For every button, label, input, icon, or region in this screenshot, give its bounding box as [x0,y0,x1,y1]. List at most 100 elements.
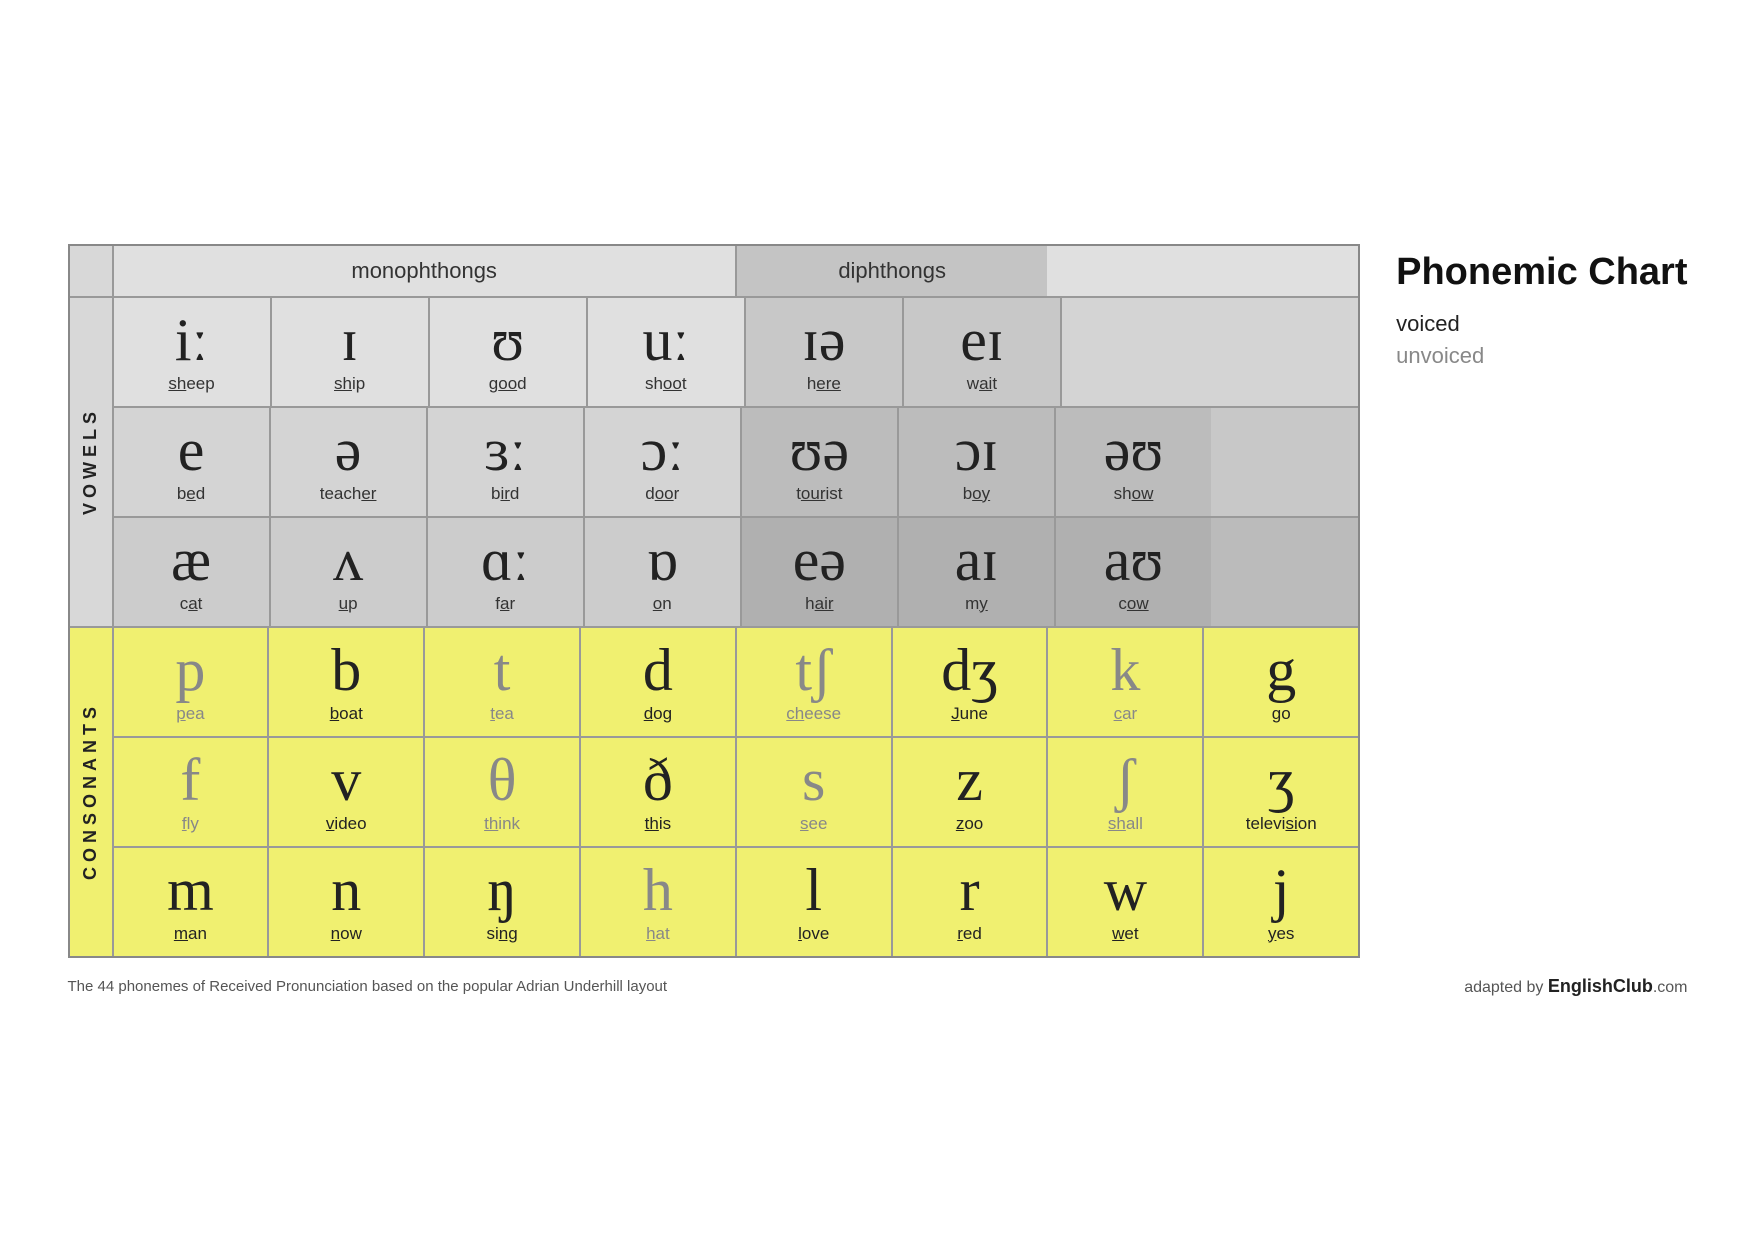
phone-symbol: əʊ [1104,420,1164,480]
con-word: boat [330,704,363,724]
phone-symbol: eɪ [960,310,1003,370]
consonants-label: CONSONANTS [70,628,114,956]
footnote-right: adapted by EnglishClub.com [1464,976,1687,997]
con-symbol: p [175,640,205,700]
diph-cell: ʊə tourist [742,408,899,516]
diph-cell: ɔɪ boy [899,408,1056,516]
con-word: fly [182,814,199,834]
con-word: television [1246,814,1317,834]
phone-word: up [339,594,358,614]
phone-symbol: ɜː [484,420,526,480]
top-area: monophthongs diphthongs VOWELS iː sheep [68,244,1688,958]
vowels-label: VOWELS [70,298,114,626]
phone-word: here [807,374,841,394]
phone-word: hair [805,594,833,614]
phone-cell: ɜː bird [428,408,585,516]
con-symbol: m [167,860,214,920]
con-symbol: t [494,640,511,700]
phone-cell: ə teacher [271,408,428,516]
con-cell: t tea [425,628,581,736]
consonant-row-3: m man n now ŋ sing h hat [114,848,1359,956]
phone-symbol: aʊ [1104,530,1164,590]
phone-word: far [495,594,515,614]
footnote-brand: EnglishClub [1548,976,1653,996]
con-word: now [331,924,362,944]
con-word: video [326,814,367,834]
phone-symbol: iː [175,310,208,370]
phone-word: tourist [796,484,842,504]
con-cell: s see [737,738,893,846]
chart-title: Phonemic Chart [1396,252,1687,294]
con-cell: d dog [581,628,737,736]
header-diphthongs: diphthongs [737,246,1048,296]
diph-cell: aɪ my [899,518,1056,626]
phone-cell: ʊ good [430,298,588,406]
phone-word: shoot [645,374,687,394]
phone-word: show [1114,484,1154,504]
con-symbol: ð [643,750,673,810]
vowel-row3-spacer [1211,518,1358,626]
con-symbol: f [180,750,200,810]
footnote-suffix: .com [1653,979,1688,996]
con-symbol: tʃ [795,640,832,700]
phone-symbol: eə [793,530,846,590]
phone-symbol: ʌ [333,530,363,590]
phone-cell: iː sheep [114,298,272,406]
con-symbol: b [331,640,361,700]
con-cell: ʃ shall [1048,738,1204,846]
page-wrapper: monophthongs diphthongs VOWELS iː sheep [68,244,1688,997]
con-word: cheese [786,704,841,724]
con-symbol: w [1104,860,1147,920]
phone-cell: e bed [114,408,271,516]
phone-symbol: æ [171,530,211,590]
legend-voiced: voiced [1396,311,1460,337]
header-monophthongs: monophthongs [114,246,737,296]
consonants-label-text: CONSONANTS [80,702,101,880]
phone-symbol: ʊ [491,310,524,370]
con-cell: g go [1204,628,1358,736]
legend-unvoiced: unvoiced [1396,343,1484,369]
vowel-row-1: iː sheep ɪ ship ʊ good uː [114,298,1359,408]
phone-word: good [489,374,527,394]
con-symbol: ʃ [1115,750,1135,810]
phone-cell: uː shoot [588,298,746,406]
con-word: sing [486,924,517,944]
diph-cell: ɪə here [746,298,904,406]
con-cell: n now [269,848,425,956]
con-symbol: k [1110,640,1140,700]
con-word: June [951,704,988,724]
phone-cell: ɪ ship [272,298,430,406]
phone-symbol: aɪ [955,530,998,590]
phone-cell: ɒ on [585,518,742,626]
con-cell: b boat [269,628,425,736]
diph-cell: əʊ show [1056,408,1211,516]
con-word: yes [1268,924,1294,944]
phone-word: cat [180,594,203,614]
con-word: love [798,924,829,944]
con-symbol: n [331,860,361,920]
phone-word: cow [1118,594,1148,614]
con-cell: r red [893,848,1049,956]
con-cell: f fly [114,738,270,846]
footnote-prefix: adapted by [1464,979,1548,996]
header-row: monophthongs diphthongs [70,246,1359,298]
header-corner-label [70,246,114,296]
con-cell: ʒ television [1204,738,1358,846]
con-word: wet [1112,924,1138,944]
phone-symbol: uː [642,310,689,370]
con-cell: ð this [581,738,737,846]
con-cell: j yes [1204,848,1358,956]
phone-word: on [653,594,672,614]
con-symbol: j [1273,860,1290,920]
vowels-section: VOWELS iː sheep ɪ ship [70,298,1359,626]
phonemic-chart: monophthongs diphthongs VOWELS iː sheep [68,244,1361,958]
con-cell: θ think [425,738,581,846]
con-symbol: h [643,860,673,920]
con-symbol: l [805,860,822,920]
con-symbol: z [956,750,983,810]
phone-word: bed [177,484,205,504]
vowel-row1-spacer [1062,298,1358,406]
consonants-grid: p pea b boat t tea d dog [114,628,1359,956]
phone-symbol: ʊə [790,420,850,480]
con-cell: l love [737,848,893,956]
